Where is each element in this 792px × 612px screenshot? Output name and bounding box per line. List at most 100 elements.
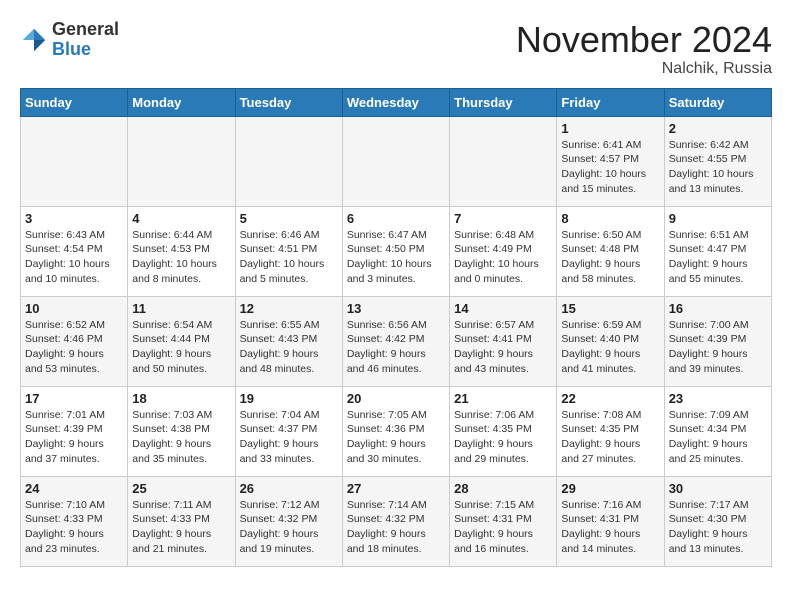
day-info: Sunrise: 6:41 AM Sunset: 4:57 PM Dayligh… — [561, 138, 659, 197]
day-info: Sunrise: 6:57 AM Sunset: 4:41 PM Dayligh… — [454, 318, 552, 377]
weekday-header-thursday: Thursday — [450, 88, 557, 116]
calendar-table: SundayMondayTuesdayWednesdayThursdayFrid… — [20, 88, 772, 567]
calendar-cell — [342, 116, 449, 206]
calendar-cell: 4 Sunrise: 6:44 AM Sunset: 4:53 PM Daylig… — [128, 206, 235, 296]
week-row-2: 3 Sunrise: 6:43 AM Sunset: 4:54 PM Daylig… — [21, 206, 772, 296]
day-info: Sunrise: 7:16 AM Sunset: 4:31 PM Dayligh… — [561, 498, 659, 557]
day-number: 23 — [669, 391, 767, 406]
weekday-header-tuesday: Tuesday — [235, 88, 342, 116]
calendar-cell: 8 Sunrise: 6:50 AM Sunset: 4:48 PM Daylig… — [557, 206, 664, 296]
week-row-3: 10Sunrise: 6:52 AM Sunset: 4:46 PM Dayli… — [21, 296, 772, 386]
day-number: 26 — [240, 481, 338, 496]
logo-text: General Blue — [52, 20, 119, 60]
day-number: 4 — [132, 211, 230, 226]
day-number: 7 — [454, 211, 552, 226]
calendar-header: SundayMondayTuesdayWednesdayThursdayFrid… — [21, 88, 772, 116]
day-info: Sunrise: 6:47 AM Sunset: 4:50 PM Dayligh… — [347, 228, 445, 287]
day-info: Sunrise: 6:51 AM Sunset: 4:47 PM Dayligh… — [669, 228, 767, 287]
location: Nalchik, Russia — [516, 60, 772, 78]
weekday-header-monday: Monday — [128, 88, 235, 116]
day-info: Sunrise: 6:48 AM Sunset: 4:49 PM Dayligh… — [454, 228, 552, 287]
day-number: 19 — [240, 391, 338, 406]
day-number: 12 — [240, 301, 338, 316]
calendar-cell: 24Sunrise: 7:10 AM Sunset: 4:33 PM Dayli… — [21, 476, 128, 566]
month-title: November 2024 — [516, 20, 772, 60]
day-number: 11 — [132, 301, 230, 316]
calendar-cell: 7 Sunrise: 6:48 AM Sunset: 4:49 PM Daylig… — [450, 206, 557, 296]
calendar-cell: 30 Sunrise: 7:17 AM Sunset: 4:30 PM Dayli… — [664, 476, 771, 566]
calendar-cell: 20 Sunrise: 7:05 AM Sunset: 4:36 PM Dayli… — [342, 386, 449, 476]
day-info: Sunrise: 6:50 AM Sunset: 4:48 PM Dayligh… — [561, 228, 659, 287]
calendar-cell: 12 Sunrise: 6:55 AM Sunset: 4:43 PM Dayli… — [235, 296, 342, 386]
day-info: Sunrise: 6:59 AM Sunset: 4:40 PM Dayligh… — [561, 318, 659, 377]
calendar-cell — [21, 116, 128, 206]
page-header: General Blue November 2024 Nalchik, Russ… — [20, 20, 772, 78]
day-number: 18 — [132, 391, 230, 406]
day-info: Sunrise: 6:46 AM Sunset: 4:51 PM Dayligh… — [240, 228, 338, 287]
day-number: 8 — [561, 211, 659, 226]
calendar-cell: 11 Sunrise: 6:54 AM Sunset: 4:44 PM Dayli… — [128, 296, 235, 386]
day-info: Sunrise: 7:05 AM Sunset: 4:36 PM Dayligh… — [347, 408, 445, 467]
calendar-cell: 3 Sunrise: 6:43 AM Sunset: 4:54 PM Daylig… — [21, 206, 128, 296]
day-number: 2 — [669, 121, 767, 136]
day-info: Sunrise: 6:56 AM Sunset: 4:42 PM Dayligh… — [347, 318, 445, 377]
day-number: 22 — [561, 391, 659, 406]
day-info: Sunrise: 7:08 AM Sunset: 4:35 PM Dayligh… — [561, 408, 659, 467]
day-number: 6 — [347, 211, 445, 226]
calendar-cell: 5 Sunrise: 6:46 AM Sunset: 4:51 PM Daylig… — [235, 206, 342, 296]
day-info: Sunrise: 7:11 AM Sunset: 4:33 PM Dayligh… — [132, 498, 230, 557]
day-info: Sunrise: 7:03 AM Sunset: 4:38 PM Dayligh… — [132, 408, 230, 467]
day-number: 24 — [25, 481, 123, 496]
calendar-cell: 6 Sunrise: 6:47 AM Sunset: 4:50 PM Daylig… — [342, 206, 449, 296]
calendar-body: 1 Sunrise: 6:41 AM Sunset: 4:57 PM Daylig… — [21, 116, 772, 566]
day-number: 17 — [25, 391, 123, 406]
day-info: Sunrise: 6:55 AM Sunset: 4:43 PM Dayligh… — [240, 318, 338, 377]
day-info: Sunrise: 6:54 AM Sunset: 4:44 PM Dayligh… — [132, 318, 230, 377]
day-number: 5 — [240, 211, 338, 226]
calendar-cell: 29 Sunrise: 7:16 AM Sunset: 4:31 PM Dayli… — [557, 476, 664, 566]
day-number: 15 — [561, 301, 659, 316]
day-number: 30 — [669, 481, 767, 496]
calendar-cell: 27Sunrise: 7:14 AM Sunset: 4:32 PM Dayli… — [342, 476, 449, 566]
calendar-cell: 13 Sunrise: 6:56 AM Sunset: 4:42 PM Dayli… — [342, 296, 449, 386]
weekday-header-saturday: Saturday — [664, 88, 771, 116]
calendar-cell: 1 Sunrise: 6:41 AM Sunset: 4:57 PM Daylig… — [557, 116, 664, 206]
calendar-cell: 17 Sunrise: 7:01 AM Sunset: 4:39 PM Dayli… — [21, 386, 128, 476]
calendar-cell: 18 Sunrise: 7:03 AM Sunset: 4:38 PM Dayli… — [128, 386, 235, 476]
logo-icon — [20, 26, 48, 54]
weekday-header-sunday: Sunday — [21, 88, 128, 116]
day-info: Sunrise: 7:01 AM Sunset: 4:39 PM Dayligh… — [25, 408, 123, 467]
day-number: 25 — [132, 481, 230, 496]
day-info: Sunrise: 6:43 AM Sunset: 4:54 PM Dayligh… — [25, 228, 123, 287]
calendar-cell — [235, 116, 342, 206]
day-number: 28 — [454, 481, 552, 496]
calendar-cell: 22 Sunrise: 7:08 AM Sunset: 4:35 PM Dayli… — [557, 386, 664, 476]
calendar-cell: 15 Sunrise: 6:59 AM Sunset: 4:40 PM Dayli… — [557, 296, 664, 386]
day-number: 20 — [347, 391, 445, 406]
day-number: 3 — [25, 211, 123, 226]
calendar-cell: 19Sunrise: 7:04 AM Sunset: 4:37 PM Dayli… — [235, 386, 342, 476]
day-number: 1 — [561, 121, 659, 136]
day-number: 21 — [454, 391, 552, 406]
calendar-cell — [450, 116, 557, 206]
calendar-cell: 28Sunrise: 7:15 AM Sunset: 4:31 PM Dayli… — [450, 476, 557, 566]
week-row-4: 17 Sunrise: 7:01 AM Sunset: 4:39 PM Dayli… — [21, 386, 772, 476]
day-info: Sunrise: 6:44 AM Sunset: 4:53 PM Dayligh… — [132, 228, 230, 287]
day-number: 16 — [669, 301, 767, 316]
week-row-1: 1 Sunrise: 6:41 AM Sunset: 4:57 PM Daylig… — [21, 116, 772, 206]
week-row-5: 24Sunrise: 7:10 AM Sunset: 4:33 PM Dayli… — [21, 476, 772, 566]
day-info: Sunrise: 7:09 AM Sunset: 4:34 PM Dayligh… — [669, 408, 767, 467]
day-number: 13 — [347, 301, 445, 316]
day-info: Sunrise: 7:00 AM Sunset: 4:39 PM Dayligh… — [669, 318, 767, 377]
calendar-cell: 10Sunrise: 6:52 AM Sunset: 4:46 PM Dayli… — [21, 296, 128, 386]
calendar-cell: 9Sunrise: 6:51 AM Sunset: 4:47 PM Daylig… — [664, 206, 771, 296]
calendar-cell: 25 Sunrise: 7:11 AM Sunset: 4:33 PM Dayli… — [128, 476, 235, 566]
calendar-cell: 21Sunrise: 7:06 AM Sunset: 4:35 PM Dayli… — [450, 386, 557, 476]
day-info: Sunrise: 6:52 AM Sunset: 4:46 PM Dayligh… — [25, 318, 123, 377]
day-info: Sunrise: 6:42 AM Sunset: 4:55 PM Dayligh… — [669, 138, 767, 197]
calendar-cell: 16 Sunrise: 7:00 AM Sunset: 4:39 PM Dayli… — [664, 296, 771, 386]
day-number: 29 — [561, 481, 659, 496]
day-info: Sunrise: 7:12 AM Sunset: 4:32 PM Dayligh… — [240, 498, 338, 557]
day-info: Sunrise: 7:17 AM Sunset: 4:30 PM Dayligh… — [669, 498, 767, 557]
day-number: 27 — [347, 481, 445, 496]
